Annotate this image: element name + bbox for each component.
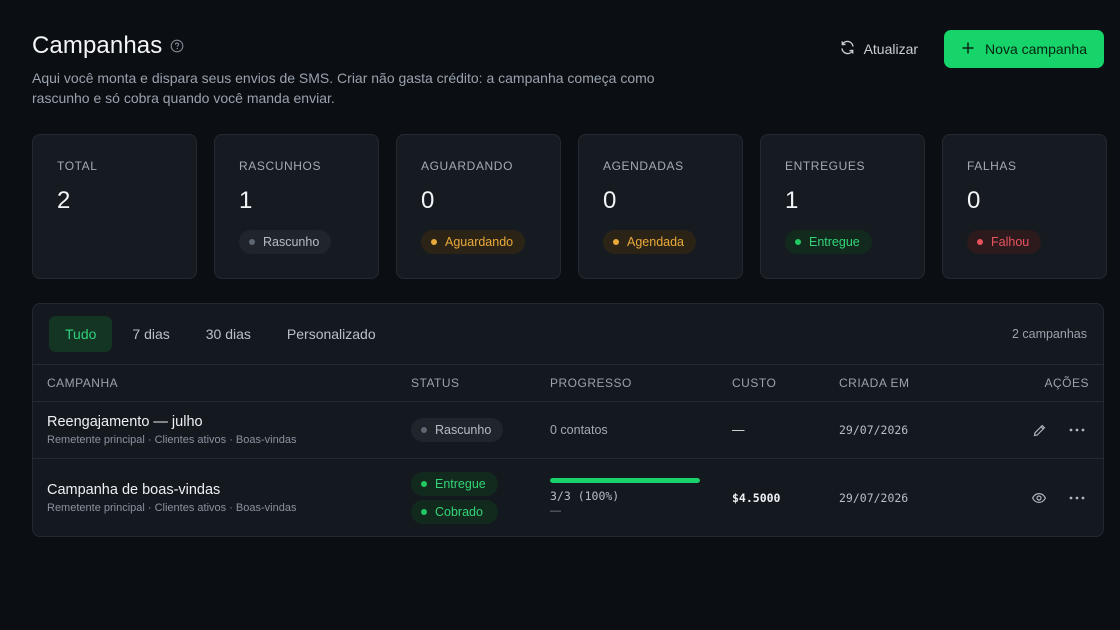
status-dot — [421, 508, 427, 515]
status-badge: Aguardando — [421, 230, 526, 254]
stat-card-total: TOTAL 2 — [32, 134, 197, 279]
page-subtitle: Aqui você monta e dispara seus envios de… — [32, 70, 655, 106]
status-badge: Rascunho — [411, 418, 504, 442]
status-cell: Rascunho — [411, 418, 504, 442]
column-header-status: STATUS — [411, 376, 460, 390]
status-dot — [421, 480, 427, 487]
help-icon[interactable] — [170, 39, 184, 53]
status-cell: Entregue Cobrado — [411, 471, 498, 524]
cost-value: — — [732, 423, 745, 437]
status-badge: Entregue — [411, 471, 498, 496]
status-dot — [795, 239, 801, 245]
badge-label: Aguardando — [445, 235, 514, 249]
page-header: Campanhas Aqui você monta e dispara seus… — [32, 30, 1104, 112]
billing-badge: Cobrado — [411, 499, 498, 524]
more-options-icon[interactable] — [1065, 418, 1089, 442]
campaigns-panel: Tudo 7 dias 30 dias Personalizado 2 camp… — [32, 303, 1104, 537]
stat-value: 0 — [421, 187, 435, 214]
created-date: 29/07/2026 — [839, 490, 909, 505]
filter-tab-all[interactable]: Tudo — [49, 316, 113, 352]
campaign-name: Reengajamento — julho — [47, 414, 203, 430]
new-campaign-button[interactable]: Nova campanha — [944, 30, 1104, 68]
stat-label: RASCUNHOS — [239, 159, 322, 173]
campaign-count: 2 campanhas — [1011, 327, 1087, 341]
stat-label: FALHAS — [967, 159, 1017, 173]
filter-bar: Tudo 7 dias 30 dias Personalizado 2 camp… — [33, 304, 1103, 365]
progress-bar-fill — [550, 478, 700, 483]
badge-label: Entregue — [809, 235, 860, 249]
column-header-actions: AÇÕES — [1044, 376, 1089, 390]
filter-tab-7-days[interactable]: 7 dias — [116, 316, 185, 352]
table-row[interactable]: Reengajamento — julho Remetente principa… — [33, 402, 1103, 459]
status-label: Entregue — [435, 476, 486, 491]
status-badge: Rascunho — [239, 230, 332, 254]
stat-value: 1 — [785, 187, 799, 214]
stats-row: TOTAL 2 RASCUNHOS 1 Rascunho AGUARDANDO … — [32, 134, 1107, 279]
view-icon[interactable] — [1027, 486, 1051, 510]
campaign-cell: Reengajamento — julho Remetente principa… — [47, 414, 296, 446]
stat-value: 0 — [603, 187, 617, 214]
table-header: CAMPANHA STATUS PROGRESSO CUSTO CRIADA E… — [33, 365, 1103, 402]
billing-label: Cobrado — [435, 504, 483, 519]
stat-value: 0 — [967, 187, 981, 214]
status-label: Rascunho — [435, 423, 492, 437]
status-dot — [249, 239, 255, 245]
actions-cell — [1027, 486, 1089, 510]
plus-icon — [961, 41, 975, 58]
created-date: 29/07/2026 — [839, 423, 909, 437]
stat-card-delivered: ENTREGUES 1 Entregue — [760, 134, 925, 279]
filter-tab-30-days[interactable]: 30 dias — [190, 316, 267, 352]
progress-cell: 3/3 (100%) — — [550, 478, 700, 517]
stat-label: AGENDADAS — [603, 159, 684, 173]
badge-label: Agendada — [627, 235, 685, 249]
status-badge: Entregue — [785, 230, 872, 254]
stat-card-failures: FALHAS 0 Falhou — [942, 134, 1107, 279]
more-options-icon[interactable] — [1065, 486, 1089, 510]
refresh-icon — [839, 39, 856, 59]
column-header-progress: PROGRESSO — [550, 376, 632, 390]
stat-label: TOTAL — [57, 159, 98, 173]
status-badge: Agendada — [603, 230, 697, 254]
edit-icon[interactable] — [1027, 418, 1051, 442]
refresh-button[interactable]: Atualizar — [827, 30, 930, 68]
progress-text: 0 contatos — [550, 423, 608, 437]
actions-cell — [1027, 418, 1089, 442]
status-dot — [431, 239, 437, 245]
stat-value: 1 — [239, 187, 253, 214]
cost-value: $4.5000 — [732, 490, 781, 505]
badge-label: Rascunho — [263, 235, 320, 249]
campaign-meta: Remetente principal · Clientes ativos · … — [47, 434, 297, 446]
column-header-cost: CUSTO — [732, 376, 777, 390]
new-campaign-label: Nova campanha — [985, 41, 1087, 57]
stat-label: ENTREGUES — [785, 159, 866, 173]
badge-label: Falhou — [991, 235, 1030, 249]
filter-tab-custom[interactable]: Personalizado — [271, 316, 392, 352]
stat-card-waiting: AGUARDANDO 0 Aguardando — [396, 134, 561, 279]
campaign-meta: Remetente principal · Clientes ativos · … — [47, 501, 297, 514]
status-dot — [977, 239, 983, 245]
column-header-created: CRIADA EM — [839, 376, 910, 390]
column-header-campaign: CAMPANHA — [47, 376, 119, 390]
status-dot — [421, 427, 427, 433]
stat-value: 2 — [57, 187, 71, 214]
page-title: Campanhas — [32, 32, 163, 59]
stat-card-drafts: RASCUNHOS 1 Rascunho — [214, 134, 379, 279]
progress-bar — [550, 478, 700, 483]
refresh-label: Atualizar — [863, 41, 919, 57]
campaign-name: Campanha de boas-vindas — [47, 481, 221, 498]
table-row[interactable]: Campanha de boas-vindas Remetente princi… — [33, 459, 1103, 536]
progress-text: 3/3 (100%) — [550, 489, 620, 503]
stat-card-scheduled: AGENDADAS 0 Agendada — [578, 134, 743, 279]
progress-subtext: — — [550, 505, 561, 517]
status-dot — [613, 239, 619, 245]
stat-label: AGUARDANDO — [421, 159, 514, 173]
status-badge: Falhou — [967, 230, 1042, 254]
campaign-cell: Campanha de boas-vindas Remetente princi… — [47, 482, 296, 514]
